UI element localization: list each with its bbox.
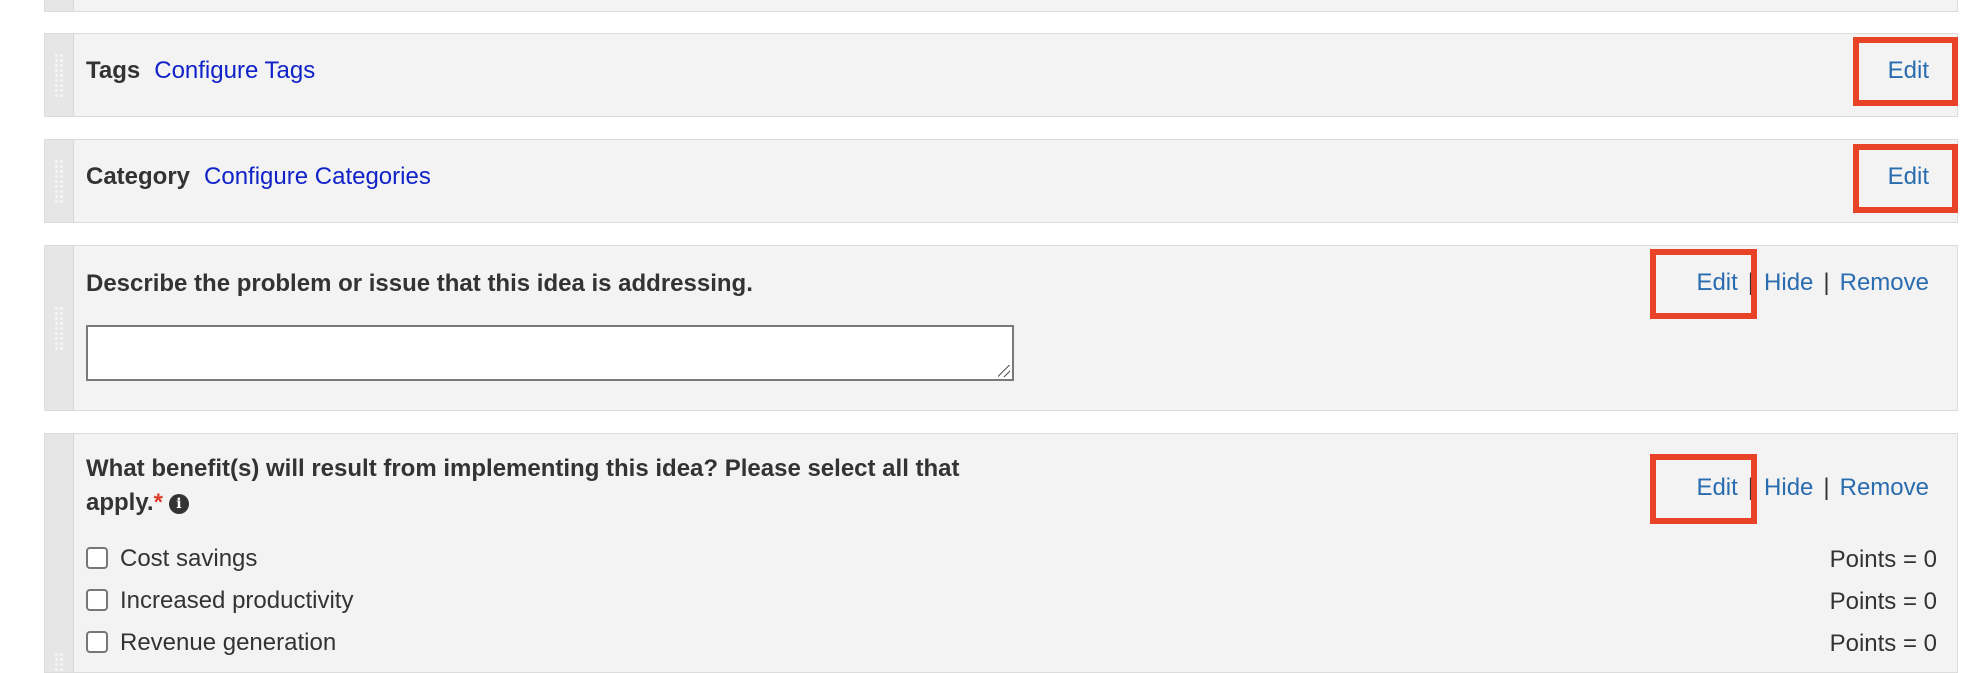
problem-label: Describe the problem or issue that this … — [86, 270, 753, 297]
tags-field-title: Tags Configure Tags — [86, 57, 315, 85]
problem-hide-link[interactable]: Hide — [1764, 269, 1813, 296]
option-label: Increased productivity — [120, 587, 354, 614]
option-points: Points = 0 — [1829, 546, 1937, 573]
grip-icon — [54, 306, 64, 350]
drag-handle[interactable] — [45, 434, 74, 672]
benefits-label-line2: apply. — [86, 489, 154, 516]
drag-handle[interactable] — [45, 140, 74, 222]
configure-tags-link[interactable]: Configure Tags — [154, 57, 315, 84]
problem-textarea[interactable] — [86, 325, 1014, 381]
benefit-option[interactable]: Cost savings — [86, 545, 257, 573]
category-field-title: Category Configure Categories — [86, 163, 431, 191]
grip-icon — [54, 652, 64, 672]
highlight-box — [1650, 454, 1757, 524]
checkbox[interactable] — [86, 589, 108, 611]
benefits-question: What benefit(s) will result from impleme… — [86, 452, 1046, 520]
drag-handle[interactable] — [45, 0, 74, 11]
category-field-panel: Category Configure Categories Edit — [44, 139, 1958, 223]
option-label: Cost savings — [120, 545, 258, 572]
benefit-option[interactable]: Increased productivity — [86, 587, 353, 615]
category-label: Category — [86, 163, 191, 190]
benefit-option[interactable]: Revenue generation — [86, 629, 336, 657]
benefits-remove-link[interactable]: Remove — [1840, 474, 1929, 501]
benefits-label-line1: What benefit(s) will result from impleme… — [86, 455, 960, 482]
highlight-box — [1853, 144, 1958, 213]
info-circle-icon[interactable]: i — [168, 494, 189, 514]
drag-handle[interactable] — [45, 34, 74, 116]
grip-icon — [54, 53, 64, 97]
option-points: Points = 0 — [1829, 630, 1937, 657]
required-marker: * — [153, 489, 163, 516]
highlight-box — [1650, 249, 1757, 319]
separator: | — [1823, 269, 1830, 296]
benefits-hide-link[interactable]: Hide — [1764, 474, 1813, 501]
option-points: Points = 0 — [1829, 588, 1937, 615]
separator: | — [1823, 474, 1830, 501]
problem-remove-link[interactable]: Remove — [1840, 269, 1929, 296]
option-label: Revenue generation — [120, 629, 337, 656]
grip-icon — [54, 159, 64, 203]
highlight-box — [1853, 37, 1958, 106]
tags-field-panel: Tags Configure Tags Edit — [44, 33, 1958, 117]
checkbox[interactable] — [86, 547, 108, 569]
configure-categories-link[interactable]: Configure Categories — [204, 163, 431, 190]
drag-handle[interactable] — [45, 246, 74, 410]
tags-label: Tags — [86, 57, 141, 84]
resize-handle-icon[interactable] — [998, 365, 1010, 377]
checkbox[interactable] — [86, 631, 108, 653]
field-panel-partial — [44, 0, 1958, 12]
